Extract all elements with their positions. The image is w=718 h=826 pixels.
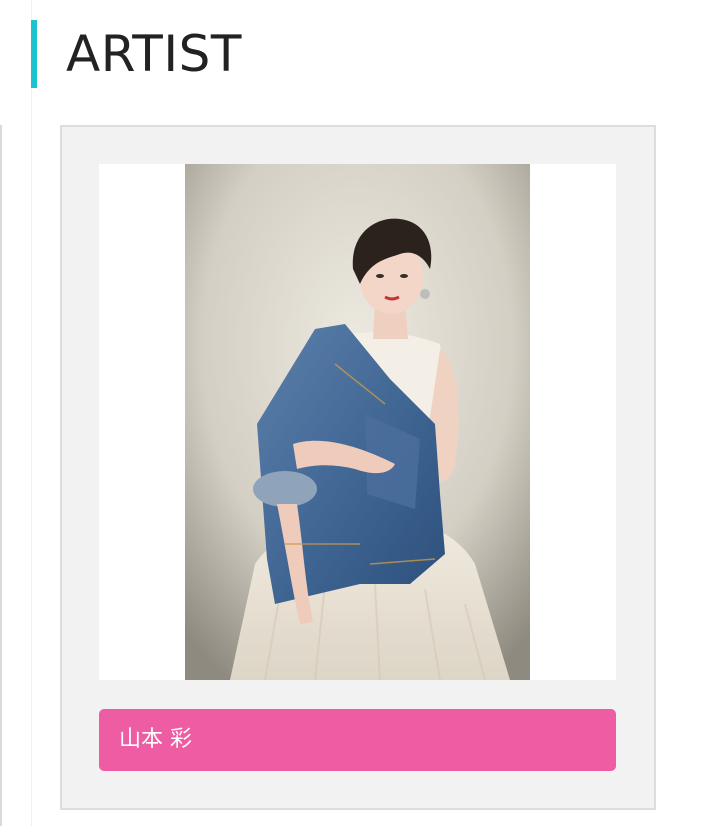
heading-accent-bar [31,20,37,88]
artist-page: ARTIST 山本 彩 [0,0,718,826]
column-divider [31,0,32,826]
artist-name-button[interactable]: 山本 彩 [99,709,616,771]
artist-card: 山本 彩 [60,125,656,810]
section-title: ARTIST [66,25,242,83]
artist-photo-frame[interactable] [99,164,616,680]
left-border [0,125,2,826]
artist-photo [185,164,530,680]
